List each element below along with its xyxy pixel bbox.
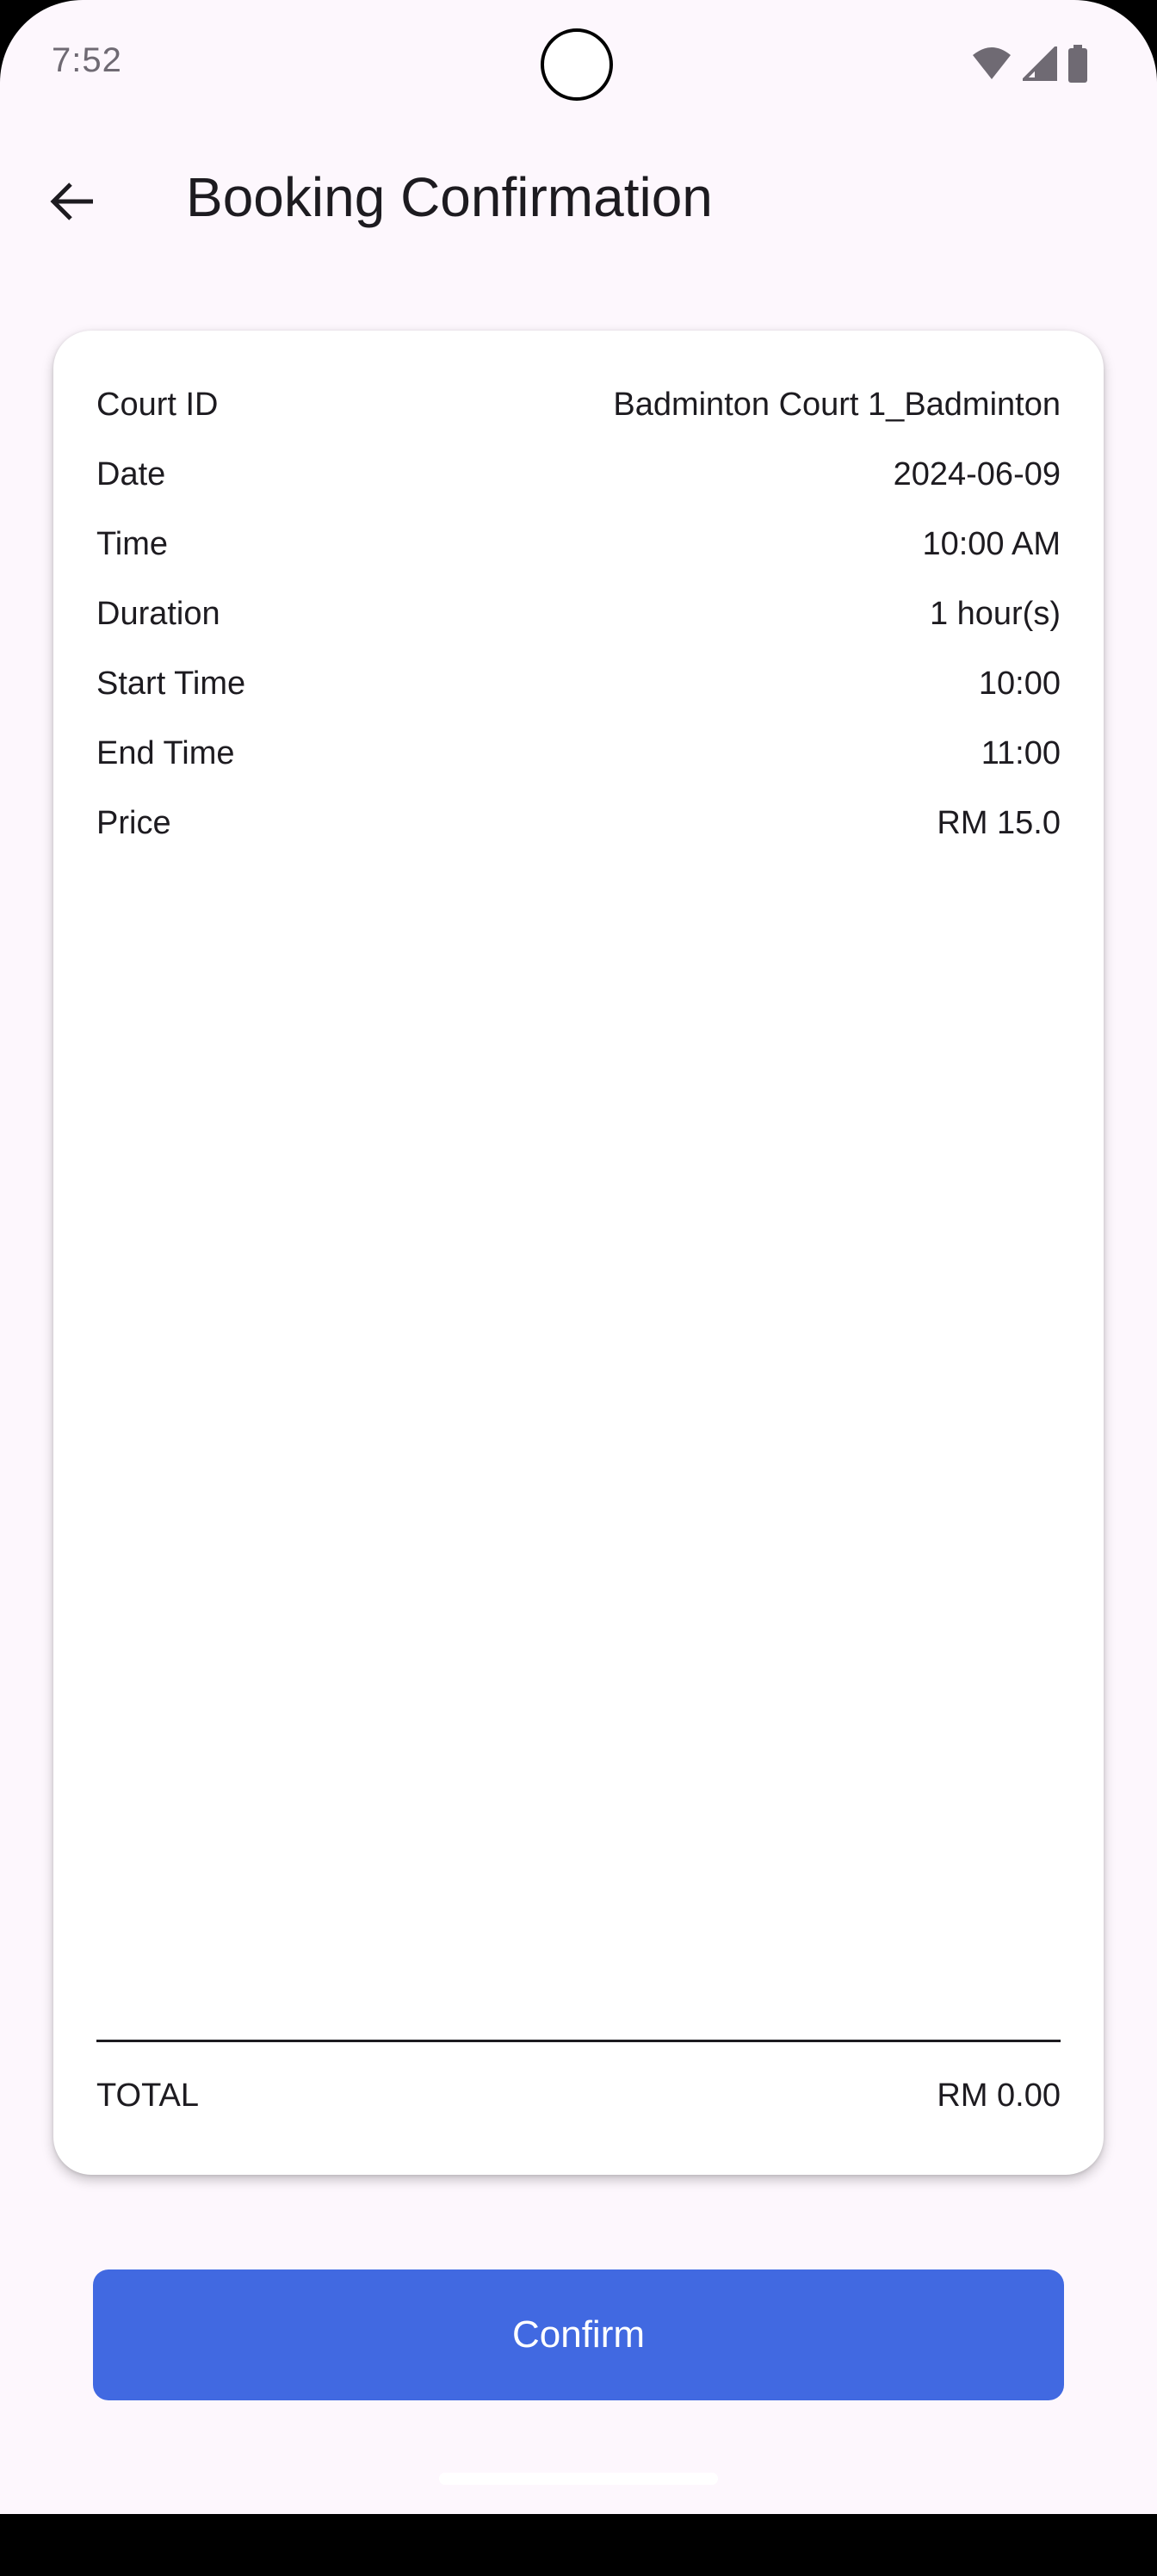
detail-row-price: Price RM 15.0: [96, 797, 1061, 849]
arrow-back-icon: [50, 179, 95, 228]
status-bar: 7:52: [0, 0, 1157, 129]
page-title: Booking Confirmation: [186, 166, 713, 228]
detail-row-time: Time 10:00 AM: [96, 518, 1061, 570]
detail-row-date: Date 2024-06-09: [96, 449, 1061, 500]
detail-row-end-time: End Time 11:00: [96, 728, 1061, 779]
detail-value: RM 15.0: [937, 804, 1061, 841]
battery-icon: [1067, 45, 1088, 87]
cellular-signal-icon: [1020, 44, 1057, 85]
back-button[interactable]: [38, 169, 107, 238]
total-row: TOTAL RM 0.00: [96, 2070, 1061, 2121]
detail-row-duration: Duration 1 hour(s): [96, 588, 1061, 640]
navigation-bar: [0, 2514, 1157, 2576]
total-label: TOTAL: [96, 2077, 199, 2114]
status-time: 7:52: [52, 41, 122, 79]
detail-value: 1 hour(s): [929, 595, 1061, 632]
total-divider: [96, 2040, 1061, 2042]
screen: 7:52 Booking Confirmation Court ID Badmi…: [0, 0, 1157, 2576]
detail-value: 2024-06-09: [893, 455, 1061, 492]
home-indicator[interactable]: [439, 2473, 718, 2485]
booking-details-card: Court ID Badminton Court 1_Badminton Dat…: [53, 331, 1104, 2175]
camera-cutout: [541, 28, 613, 101]
detail-value: 11:00: [981, 734, 1061, 771]
app-bar: Booking Confirmation: [0, 129, 1157, 274]
status-icons: [971, 44, 1088, 87]
detail-row-start-time: Start Time 10:00: [96, 658, 1061, 709]
detail-label: Date: [96, 455, 166, 492]
detail-label: Time: [96, 525, 169, 562]
detail-value: 10:00 AM: [922, 525, 1061, 562]
confirm-button[interactable]: Confirm: [93, 2269, 1064, 2400]
detail-value: Badminton Court 1_Badminton: [613, 386, 1061, 423]
detail-label: End Time: [96, 734, 235, 771]
detail-label: Start Time: [96, 665, 246, 702]
total-value: RM 0.00: [937, 2077, 1061, 2114]
detail-label: Price: [96, 804, 171, 841]
detail-label: Court ID: [96, 386, 219, 423]
detail-value: 10:00: [978, 665, 1061, 702]
detail-label: Duration: [96, 595, 220, 632]
wifi-icon: [971, 46, 1012, 85]
detail-row-court-id: Court ID Badminton Court 1_Badminton: [96, 379, 1061, 430]
